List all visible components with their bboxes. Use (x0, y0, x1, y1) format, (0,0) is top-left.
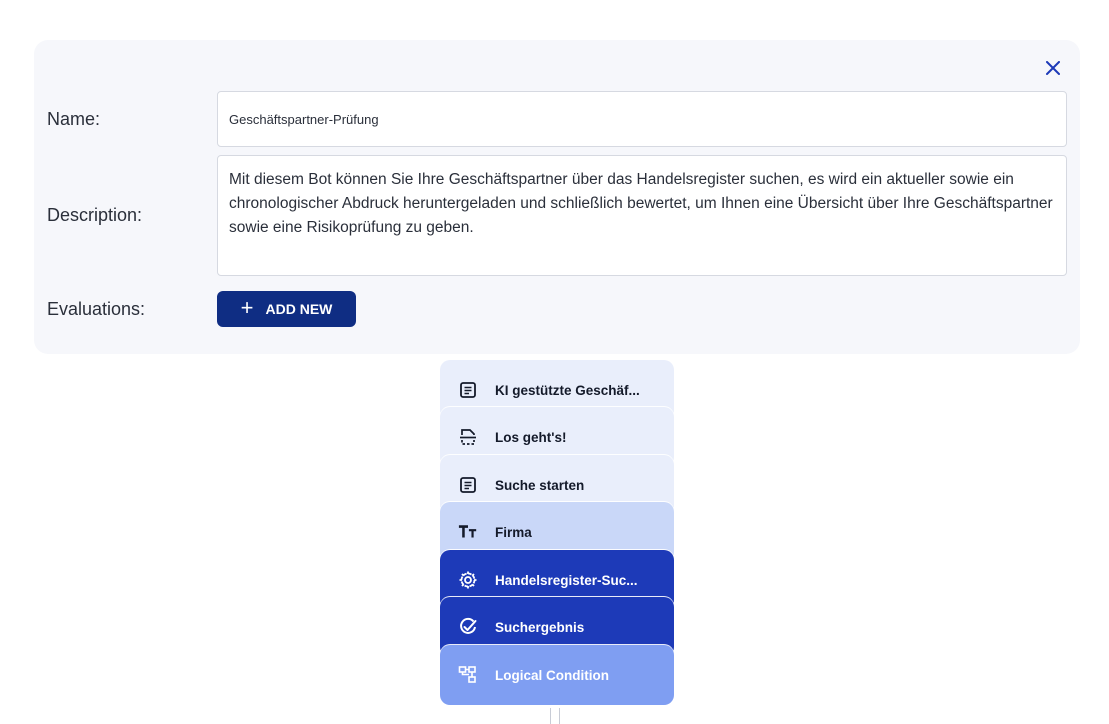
start-icon (458, 427, 478, 447)
flow-step-label: Los geht's! (495, 429, 567, 445)
text-icon (458, 522, 478, 542)
plus-icon: + (240, 295, 254, 320)
document-icon (458, 475, 478, 495)
flow-step-logical-condition[interactable]: Logical Condition (440, 645, 674, 705)
bot-settings-panel: Name: Geschäftspartner-Prüfung Descripti… (34, 40, 1080, 354)
add-new-label: ADD NEW (265, 301, 333, 317)
condition-icon (458, 665, 478, 685)
name-field[interactable]: Geschäftspartner-Prüfung (217, 91, 1067, 147)
verified-icon (458, 617, 478, 637)
flow-step-label: Suche starten (495, 477, 585, 493)
description-label: Description: (47, 205, 143, 225)
gear-icon (458, 570, 478, 590)
flow-connector (550, 708, 560, 724)
flow-step-label: KI gestützte Geschäf... (495, 382, 640, 398)
flow-step-label: Firma (495, 524, 532, 540)
description-field[interactable]: Mit diesem Bot können Sie Ihre Geschäfts… (217, 155, 1067, 276)
name-label: Name: (47, 109, 101, 129)
flow-step-label: Suchergebnis (495, 619, 585, 635)
document-icon (458, 380, 478, 400)
add-new-evaluation-button[interactable]: + ADD NEW (217, 291, 356, 327)
flow-step-label: Logical Condition (495, 667, 609, 683)
close-icon (1046, 61, 1060, 75)
flow-step-label: Handelsregister-Suc... (495, 572, 638, 588)
evaluations-label: Evaluations: (47, 299, 146, 319)
close-button[interactable] (1042, 57, 1064, 79)
